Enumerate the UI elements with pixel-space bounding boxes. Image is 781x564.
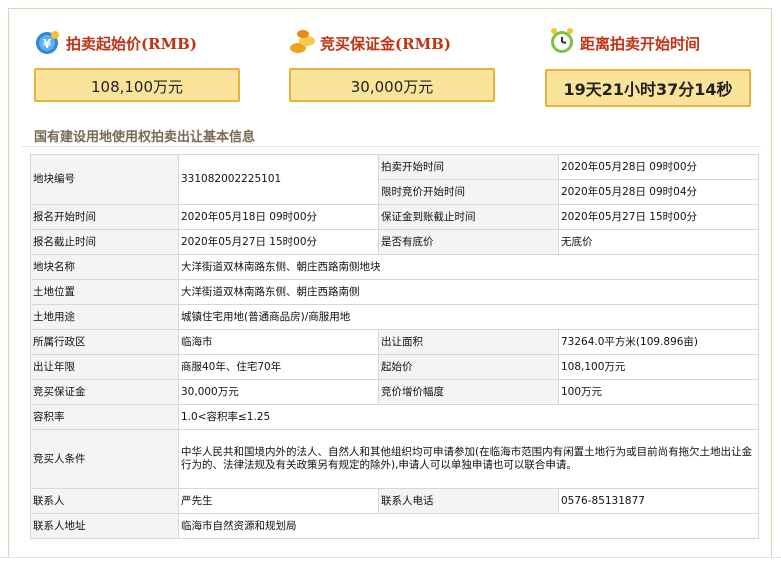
phone-label: 联系人电话	[378, 488, 559, 514]
timed-bid-start-label: 限时竞价开始时间	[378, 179, 559, 205]
area-label: 出让面积	[378, 329, 559, 355]
start-price-row-value: 108,100万元	[558, 354, 759, 380]
deposit-deadline-value: 2020年05月27日 15时00分	[558, 204, 759, 230]
reg-deadline-value: 2020年05月27日 15时00分	[178, 229, 379, 255]
contact-value: 严先生	[178, 488, 379, 514]
deposit-row-value: 30,000万元	[178, 379, 379, 405]
term-value: 商服40年、住宅70年	[178, 354, 379, 380]
deposit-value: 30,000万元	[289, 68, 495, 102]
reserve-label: 是否有底价	[378, 229, 559, 255]
table-row: 地块名称 大洋街道双林南路东侧、朝庄西路南侧地块	[30, 254, 759, 280]
reg-start-label: 报名开始时间	[30, 204, 179, 230]
reg-start-value: 2020年05月18日 09时00分	[178, 204, 379, 230]
table-row: 联系人 严先生 联系人电话 0576-85131877	[30, 488, 759, 514]
deposit-row-label: 竞买保证金	[30, 379, 179, 405]
district-label: 所属行政区	[30, 329, 179, 355]
contact-label: 联系人	[30, 488, 179, 514]
phone-value: 0576-85131877	[558, 488, 759, 514]
increment-label: 竞价增价幅度	[378, 379, 559, 405]
start-price-label: 拍卖起始价(RMB)	[66, 35, 197, 53]
location-value: 大洋街道双林南路东侧、朝庄西路南侧	[178, 279, 759, 305]
conditions-label: 竞买人条件	[30, 429, 179, 489]
parcel-name-label: 地块名称	[30, 254, 179, 280]
address-label: 联系人地址	[30, 513, 179, 539]
start-price-row-label: 起始价	[378, 354, 559, 380]
far-value: 1.0<容积率≤1.25	[178, 404, 759, 430]
timed-bid-start-value: 2020年05月28日 09时04分	[558, 179, 759, 205]
parcel-no-value: 331082002225101	[178, 154, 379, 205]
usage-label: 土地用途	[30, 304, 179, 330]
parcel-name-value: 大洋街道双林南路东侧、朝庄西路南侧地块	[178, 254, 759, 280]
auction-start-label: 拍卖开始时间	[378, 154, 559, 180]
increment-value: 100万元	[558, 379, 759, 405]
deposit-deadline-label: 保证金到账截止时间	[378, 204, 559, 230]
table-row: 联系人地址 临海市自然资源和规划局	[30, 513, 759, 539]
info-table: 地块编号 331082002225101 拍卖开始时间 2020年05月28日 …	[30, 154, 759, 539]
coins-icon	[290, 30, 315, 53]
term-label: 出让年限	[30, 354, 179, 380]
auction-start-value: 2020年05月28日 09时00分	[558, 154, 759, 180]
conditions-value: 中华人民共和国境内外的法人、自然人和其他组织均可申请参加(在临海市范围内有闲置土…	[178, 429, 759, 489]
table-row: 出让年限 商服40年、住宅70年 起始价 108,100万元	[30, 354, 759, 380]
parcel-no-label: 地块编号	[30, 154, 179, 205]
divider	[22, 146, 761, 147]
table-row: 报名开始时间 2020年05月18日 09时00分 保证金到账截止时间 2020…	[30, 204, 759, 230]
money-bag-icon: ¥	[36, 31, 59, 54]
table-row: 土地用途 城镇住宅用地(普通商品房)/商服用地	[30, 304, 759, 330]
table-row: 竞买人条件 中华人民共和国境内外的法人、自然人和其他组织均可申请参加(在临海市范…	[30, 429, 759, 489]
alarm-clock-icon	[551, 28, 573, 53]
reserve-value: 无底价	[558, 229, 759, 255]
table-row: 竞买保证金 30,000万元 竞价增价幅度 100万元	[30, 379, 759, 405]
table-row: 报名截止时间 2020年05月27日 15时00分 是否有底价 无底价	[30, 229, 759, 255]
start-price-value: 108,100万元	[34, 68, 240, 102]
far-label: 容积率	[30, 404, 179, 430]
usage-value: 城镇住宅用地(普通商品房)/商服用地	[178, 304, 759, 330]
countdown-label: 距离拍卖开始时间	[580, 35, 701, 53]
address-value: 临海市自然资源和规划局	[178, 513, 759, 539]
reg-deadline-label: 报名截止时间	[30, 229, 179, 255]
horizontal-scrollbar[interactable]	[0, 557, 781, 564]
table-row: 容积率 1.0<容积率≤1.25	[30, 404, 759, 430]
svg-text:¥: ¥	[43, 37, 52, 51]
table-row: 土地位置 大洋街道双林南路东侧、朝庄西路南侧	[30, 279, 759, 305]
location-label: 土地位置	[30, 279, 179, 305]
area-value: 73264.0平方米(109.896亩)	[558, 329, 759, 355]
deposit-label: 竞买保证金(RMB)	[320, 35, 451, 53]
countdown-value: 19天21小时37分14秒	[545, 69, 751, 107]
table-row: 所属行政区 临海市 出让面积 73264.0平方米(109.896亩)	[30, 329, 759, 355]
section-title: 国有建设用地使用权拍卖出让基本信息	[34, 130, 256, 145]
table-row: 地块编号 331082002225101 拍卖开始时间 2020年05月28日 …	[30, 154, 759, 205]
district-value: 临海市	[178, 329, 379, 355]
